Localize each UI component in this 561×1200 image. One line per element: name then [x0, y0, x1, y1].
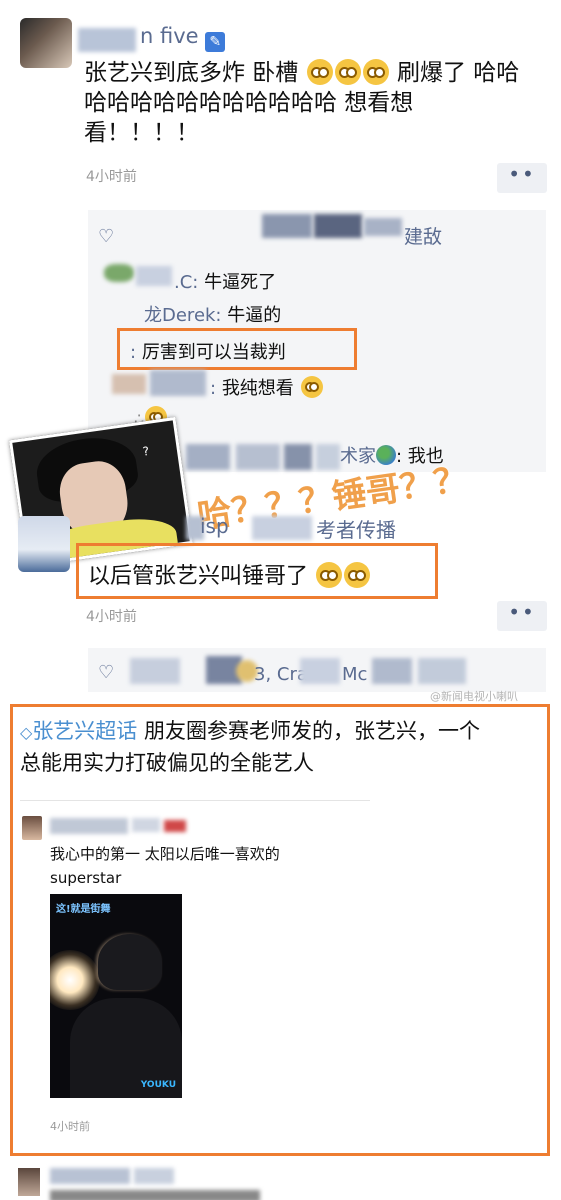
likes-blur-f [418, 658, 466, 684]
inner-text-line2: superstar [50, 869, 122, 887]
comment-text: 牛逼死了 [204, 272, 277, 293]
comment4-nick-blur [150, 370, 206, 396]
post1-text-line2: 哈哈哈哈哈哈哈哈哈哈哈 想看想 [84, 90, 414, 116]
post2-username-blur-2 [252, 516, 312, 540]
post4-text-blur [50, 1190, 260, 1200]
highlight-box [76, 543, 438, 599]
topic-link[interactable]: 张艺兴超话 [32, 719, 137, 743]
comment4-avatar-blur [112, 374, 146, 394]
comment6-nick-blur-4 [316, 444, 340, 470]
sticker-question-mark: ? [141, 443, 151, 459]
watermark: @新闻电视小喇叭 [430, 690, 518, 703]
likes-blur-e [372, 658, 412, 684]
post2-likes-text-2: Mc [342, 664, 368, 685]
comment-nick: 龙Derek: [144, 305, 222, 326]
inner-video-thumbnail[interactable]: 这!就是街舞 YOUKU [50, 894, 182, 1098]
laughing-emoji-icon [300, 376, 323, 398]
post1-time: 4小时前 [86, 169, 137, 185]
inner-username-blur [50, 818, 128, 834]
flushed-emoji-icon [306, 59, 333, 85]
comment-nick: : [210, 378, 217, 399]
post4-username-blur [50, 1168, 130, 1184]
post1-avatar[interactable] [20, 18, 72, 68]
poster-title: 这!就是街舞 [56, 904, 111, 915]
post2-time: 4小时前 [86, 609, 137, 625]
post2-avatar[interactable] [18, 516, 70, 572]
highlight-box [117, 328, 357, 370]
diamond-icon: ◇ [20, 723, 33, 742]
post1-text: 张艺兴到底多炸 卧槽 刷爆了 哈哈 哈哈哈哈哈哈哈哈哈哈哈 想看想 看！！！！ [84, 58, 544, 148]
spotlight [50, 950, 100, 1010]
comment6-nick-blur-1 [186, 444, 230, 470]
likes-blur-d [300, 658, 340, 684]
post4-username-blur-2 [134, 1168, 174, 1184]
comment-text: 我纯想看 [221, 378, 294, 399]
likes-blur-a [130, 658, 180, 684]
likes-names: 建敌 [404, 226, 443, 248]
post1-more-button[interactable]: •• [497, 163, 547, 193]
comment-row[interactable]: : 我纯想看 [210, 374, 324, 400]
flushed-emoji-icon [334, 59, 361, 85]
likes-blur-2 [314, 214, 362, 238]
inner-username-blur-3 [164, 820, 186, 832]
inner-time: 4小时前 [50, 1120, 90, 1133]
inner-avatar[interactable] [22, 816, 42, 840]
comment1-nick-blur [136, 266, 172, 286]
inner-divider [20, 800, 370, 801]
post1-username-blur [78, 28, 136, 52]
post1-text-line3: 看！！！！ [84, 120, 199, 146]
comment6-nick-blur-2 [236, 444, 280, 470]
inner-text-line1: 我心中的第一 太阳以后唯一喜欢的 [50, 845, 280, 863]
post2-more-button[interactable]: •• [497, 601, 547, 631]
comment6-nick-blur-3 [284, 444, 312, 470]
likes-blur-3 [364, 218, 402, 236]
post2-username[interactable]: isp [200, 514, 229, 538]
post1-username-text: n five [140, 24, 199, 48]
likes-blur-1 [262, 214, 312, 238]
comment1-avatar-blur [104, 264, 134, 282]
heart-icon[interactable]: ♡ [98, 662, 114, 683]
flushed-emoji-icon [362, 59, 389, 85]
comment-nick: .C: [174, 272, 199, 293]
post3-text: ◇张艺兴超话 朋友圈参赛老师发的，张艺兴，一个 总能用实力打破偏见的全能艺人 [20, 716, 544, 778]
post2-username-part1: isp [200, 514, 229, 538]
post2-username-2: 考者传播 [316, 518, 396, 542]
post1-text-line1: 张艺兴到底多炸 卧槽 [84, 60, 299, 86]
post4-avatar[interactable] [18, 1168, 40, 1196]
post1-text-line1b: 刷爆了 哈哈 [396, 60, 520, 86]
person-cap [98, 934, 162, 990]
comment-text: 牛逼的 [227, 305, 282, 326]
youku-logo: YOUKU [140, 1080, 176, 1090]
comment-row[interactable]: 龙Derek: 牛逼的 [144, 301, 281, 327]
inner-text: 我心中的第一 太阳以后唯一喜欢的 superstar [50, 842, 280, 890]
comment-row[interactable]: .C: 牛逼死了 [174, 268, 276, 294]
post3-text-line2: 总能用实力打破偏见的全能艺人 [20, 751, 314, 775]
inner-username-blur-2 [132, 818, 160, 832]
heart-icon[interactable]: ♡ [98, 226, 114, 247]
post3-text-line1: 朋友圈参赛老师发的，张艺兴，一个 [144, 719, 480, 743]
post1-username[interactable]: n five ✎ [140, 24, 226, 52]
verified-icon: ✎ [205, 32, 226, 52]
